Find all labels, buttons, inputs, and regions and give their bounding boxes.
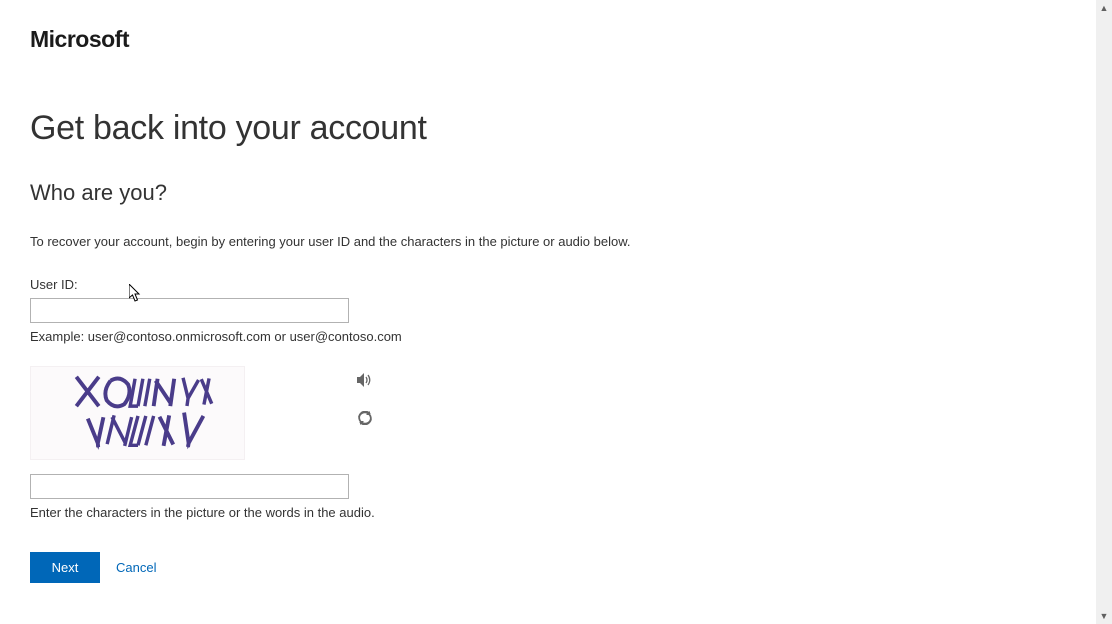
audio-icon[interactable] [355,370,375,390]
refresh-icon[interactable] [355,408,375,428]
scrollbar-down-arrow[interactable]: ▼ [1096,608,1112,624]
subtitle: Who are you? [30,180,1066,206]
next-button[interactable]: Next [30,552,100,583]
scrollbar-track[interactable]: ▲ ▼ [1096,0,1112,624]
user-id-example: Example: user@contoso.onmicrosoft.com or… [30,329,1066,344]
captcha-input[interactable] [30,474,349,499]
scrollbar-up-arrow[interactable]: ▲ [1096,0,1112,16]
captcha-hint: Enter the characters in the picture or t… [30,505,1066,520]
captcha-image [30,366,245,460]
page-title: Get back into your account [30,109,1066,148]
cancel-button[interactable]: Cancel [112,552,160,583]
instructions-text: To recover your account, begin by enteri… [30,234,1066,249]
user-id-input[interactable] [30,298,349,323]
microsoft-logo: Microsoft [30,26,1066,53]
user-id-label: User ID: [30,277,1066,292]
